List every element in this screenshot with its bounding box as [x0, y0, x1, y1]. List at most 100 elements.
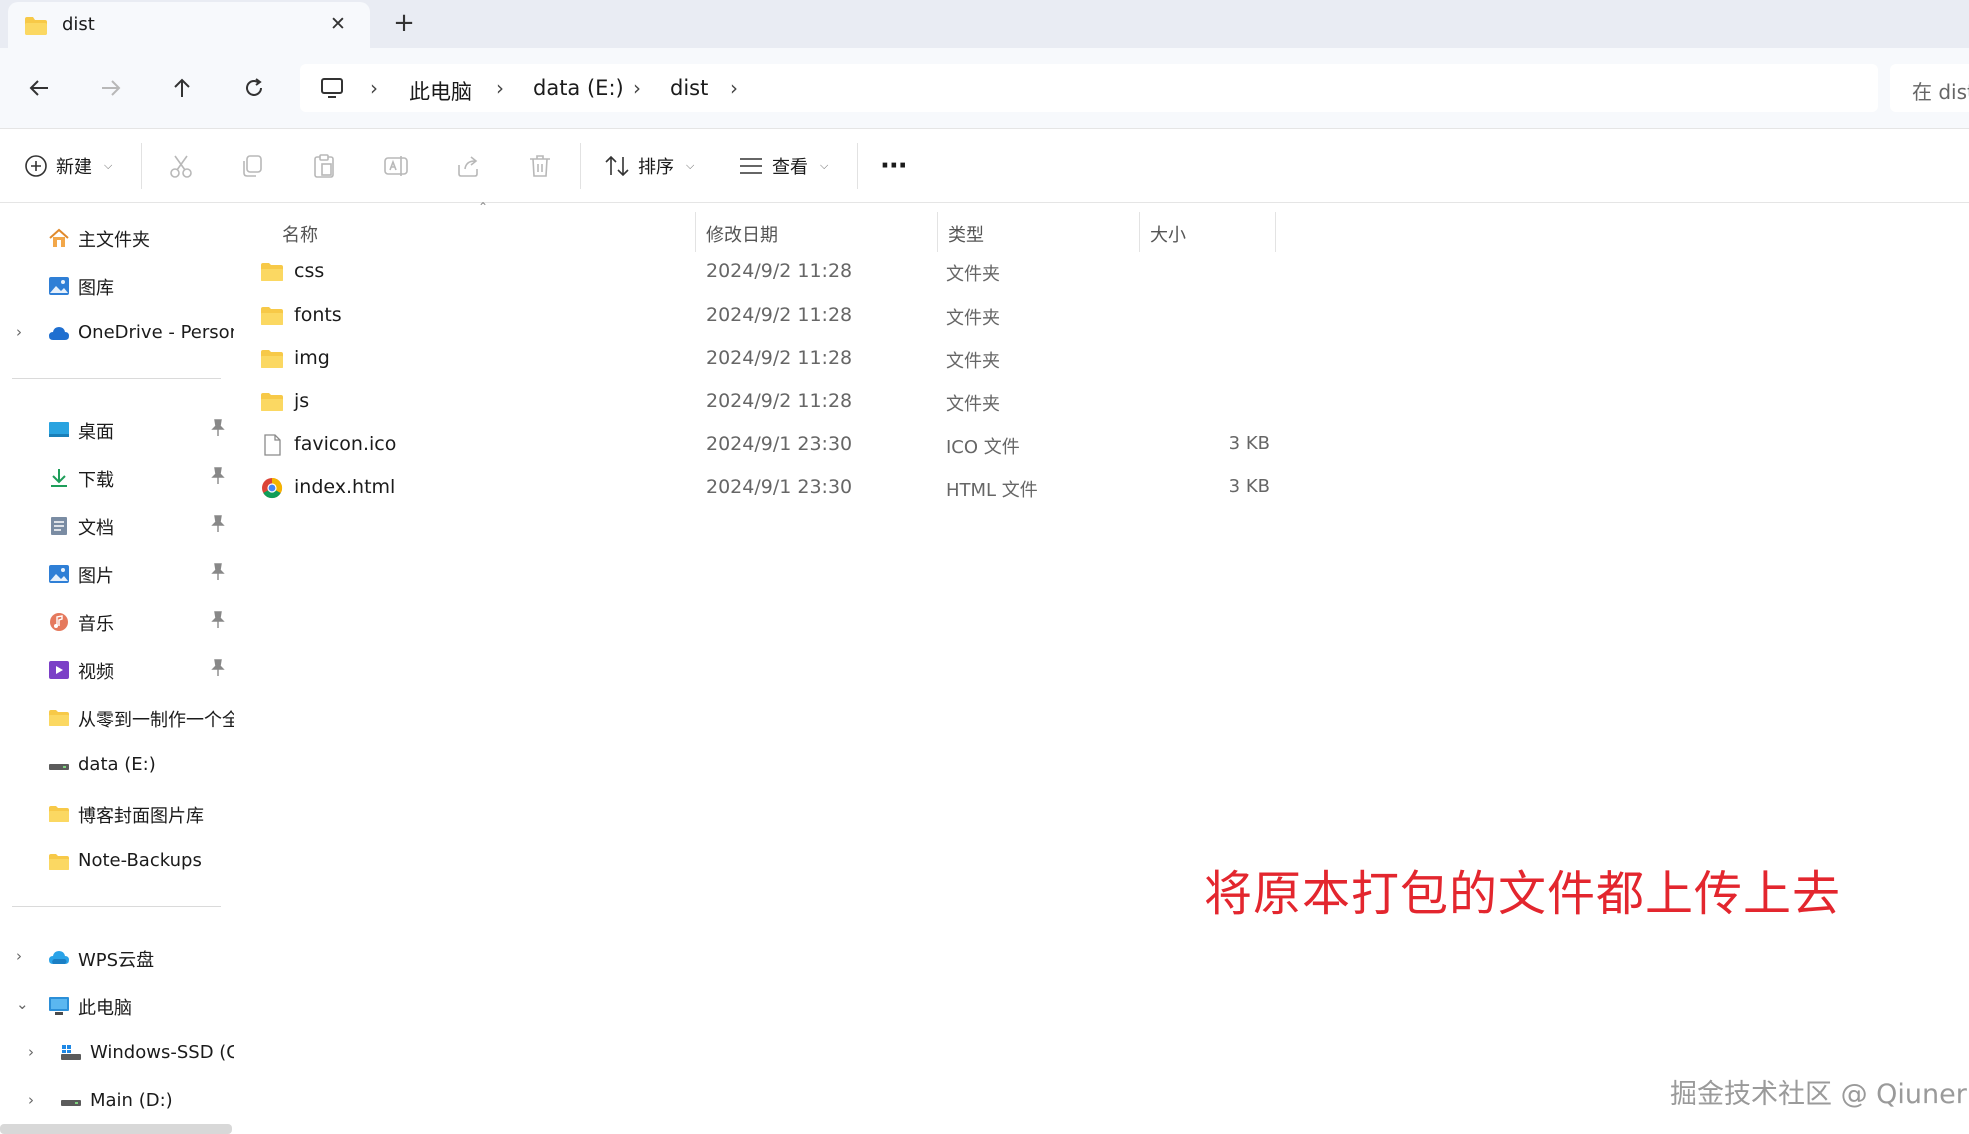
- list-item[interactable]: favicon.ico 2024/9/1 23:30 ICO 文件 3 KB: [260, 425, 1510, 465]
- horizontal-scrollbar[interactable]: [0, 1124, 232, 1134]
- list-item[interactable]: js 2024/9/2 11:28 文件夹: [260, 382, 1510, 422]
- chevron-right-icon[interactable]: ›: [28, 1091, 34, 1109]
- chevron-right-icon[interactable]: ›: [16, 947, 22, 965]
- folder-icon: [49, 806, 69, 822]
- view-label: 查看: [772, 157, 808, 178]
- pin-icon[interactable]: [210, 515, 226, 533]
- share-button[interactable]: [455, 147, 481, 185]
- file-size: 3 KB: [1228, 476, 1270, 497]
- sort-icon: [605, 155, 629, 177]
- copy-button[interactable]: [239, 147, 265, 185]
- nav-item-videos[interactable]: 视频: [0, 650, 234, 690]
- up-button[interactable]: [162, 68, 202, 108]
- breadcrumb-dist[interactable]: dist: [670, 76, 708, 100]
- nav-item-windows-ssd[interactable]: › Windows-SSD (C:): [0, 1034, 234, 1074]
- nav-item-gallery[interactable]: 图库: [0, 266, 234, 306]
- list-item[interactable]: index.html 2024/9/1 23:30 HTML 文件 3 KB: [260, 468, 1510, 508]
- nav-item-folder-note-backups[interactable]: Note-Backups: [0, 842, 234, 882]
- plus-icon[interactable]: +: [390, 10, 418, 38]
- download-icon: [51, 469, 67, 487]
- computer-icon: [321, 78, 343, 98]
- tab-strip: dist ✕ +: [0, 0, 1969, 48]
- tab-dist[interactable]: dist ✕: [8, 2, 370, 48]
- refresh-button[interactable]: [234, 68, 274, 108]
- folder-icon: [25, 17, 47, 35]
- arrow-up-icon: [174, 78, 190, 97]
- column-header-date[interactable]: 修改日期: [696, 212, 938, 252]
- file-type: HTML 文件: [946, 480, 1038, 501]
- view-button[interactable]: 查看 ⌵: [738, 147, 828, 185]
- nav-item-data-drive[interactable]: data (E:): [0, 746, 234, 786]
- drive-icon: [61, 1100, 81, 1106]
- file-name: favicon.ico: [294, 433, 397, 455]
- pin-icon[interactable]: [210, 419, 226, 437]
- nav-item-downloads[interactable]: 下载: [0, 458, 234, 498]
- new-button[interactable]: 新建 ⌵: [24, 147, 112, 185]
- chevron-right-icon[interactable]: ›: [16, 323, 22, 341]
- forward-button[interactable]: [91, 68, 131, 108]
- list-item[interactable]: fonts 2024/9/2 11:28 文件夹: [260, 296, 1510, 336]
- navigation-pane: 主文件夹 图库 › OneDrive - Personal 桌面 下载 文档 图…: [0, 204, 234, 1134]
- chevron-right-icon[interactable]: ›: [730, 76, 738, 100]
- list-view-icon: [740, 158, 762, 174]
- rename-button[interactable]: [383, 147, 409, 185]
- chevron-down-icon: ⌵: [104, 159, 113, 172]
- file-date: 2024/9/2 11:28: [706, 304, 853, 326]
- wps-cloud-icon: [49, 951, 69, 964]
- sort-button[interactable]: 排序 ⌵: [604, 147, 694, 185]
- column-header-name[interactable]: 名称: [234, 212, 696, 252]
- breadcrumb-this-pc[interactable]: 此电脑: [409, 76, 472, 106]
- nav-item-home[interactable]: 主文件夹: [0, 218, 234, 258]
- back-button[interactable]: [19, 68, 59, 108]
- nav-item-onedrive[interactable]: › OneDrive - Personal: [0, 314, 234, 354]
- cloud-icon: [49, 327, 69, 340]
- nav-item-desktop[interactable]: 桌面: [0, 410, 234, 450]
- breadcrumb-data-drive[interactable]: data (E:): [533, 76, 624, 100]
- pin-icon[interactable]: [210, 467, 226, 485]
- delete-button[interactable]: [527, 147, 553, 185]
- nav-divider: [12, 378, 221, 379]
- paste-icon: [314, 154, 334, 178]
- more-options-button[interactable]: ···: [880, 147, 908, 185]
- nav-item-this-pc[interactable]: ⌄ 此电脑: [0, 986, 234, 1026]
- address-row: › 此电脑 › data (E:) › dist › 在 dist: [0, 48, 1969, 128]
- nav-item-main-drive[interactable]: › Main (D:): [0, 1082, 234, 1122]
- nav-item-folder-blog-covers[interactable]: 博客封面图片库: [0, 794, 234, 834]
- list-item[interactable]: css 2024/9/2 11:28 文件夹: [260, 252, 1510, 292]
- folder-icon: [49, 710, 69, 726]
- plus-circle-icon: [25, 155, 47, 177]
- chevron-down-icon: ⌵: [686, 159, 695, 172]
- watermark: 掘金技术社区 @ Qiuner: [1670, 1079, 1967, 1110]
- command-bar: 新建 ⌵ 排序 ⌵ 查看 ⌵ ···: [0, 128, 1969, 203]
- column-header-type[interactable]: 类型: [938, 212, 1140, 252]
- close-icon[interactable]: ✕: [326, 12, 350, 36]
- chevron-down-icon[interactable]: ⌄: [16, 995, 29, 1013]
- column-divider[interactable]: [1275, 212, 1276, 252]
- list-item[interactable]: img 2024/9/2 11:28 文件夹: [260, 339, 1510, 379]
- nav-item-wps-cloud[interactable]: › WPS云盘: [0, 938, 234, 978]
- nav-item-pictures[interactable]: 图片: [0, 554, 234, 594]
- address-bar[interactable]: › 此电脑 › data (E:) › dist ›: [300, 64, 1878, 112]
- folder-icon: [261, 393, 283, 411]
- search-box[interactable]: 在 dist: [1890, 64, 1969, 112]
- paste-button[interactable]: [311, 147, 337, 185]
- divider: [580, 143, 581, 189]
- divider: [857, 143, 858, 189]
- file-list: ⌃ 名称 修改日期 类型 大小 css 2024/9/2 11:28 文件夹 f…: [234, 200, 1969, 1134]
- nav-item-music[interactable]: 音乐: [0, 602, 234, 642]
- share-icon: [458, 156, 478, 177]
- cut-button[interactable]: [168, 147, 194, 185]
- pin-icon[interactable]: [210, 563, 226, 581]
- chevron-right-icon[interactable]: ›: [28, 1043, 34, 1061]
- windows-drive-icon: [61, 1045, 81, 1060]
- nav-item-folder-project[interactable]: 从零到一制作一个全: [0, 698, 234, 738]
- file-size: 3 KB: [1228, 433, 1270, 454]
- more-icon: ···: [880, 151, 908, 181]
- file-type: 文件夹: [946, 394, 1000, 415]
- nav-divider: [12, 906, 221, 907]
- nav-item-documents[interactable]: 文档: [0, 506, 234, 546]
- pin-icon[interactable]: [210, 611, 226, 629]
- column-header-size[interactable]: 大小: [1140, 212, 1276, 252]
- new-label: 新建: [56, 157, 92, 178]
- pin-icon[interactable]: [210, 659, 226, 677]
